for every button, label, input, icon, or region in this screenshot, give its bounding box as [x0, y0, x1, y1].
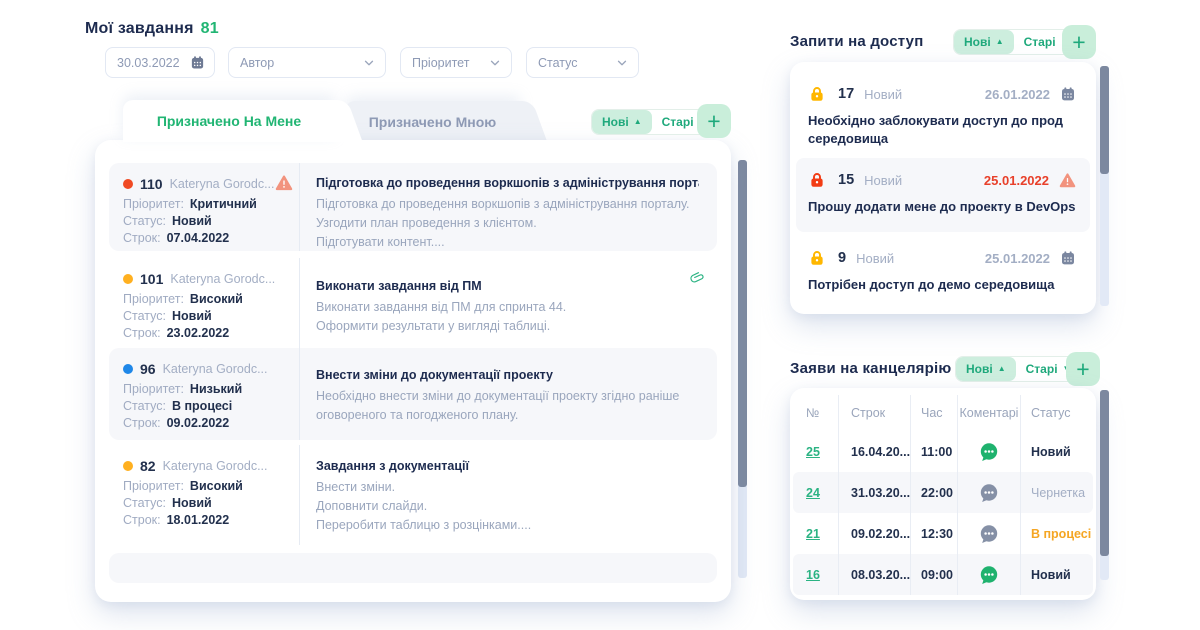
access-requests-panel: 17 Новий 26.01.2022 Необхідно заблокуват…: [790, 62, 1096, 314]
lock-icon: [808, 85, 826, 103]
task-row-82[interactable]: 82 Kateryna Gorodc... Пріоритет:Високий …: [109, 445, 717, 545]
arrow-up-icon: ▲: [996, 38, 1004, 46]
tab-assigned-by-me[interactable]: Призначено Мною: [345, 101, 520, 143]
calendar-icon: [1060, 86, 1076, 102]
task-title: Внести зміни до документації проекту: [316, 368, 699, 382]
my-tasks-title: Мої завдання81: [85, 20, 219, 38]
request-number-link[interactable]: 24: [806, 486, 820, 500]
access-request-17[interactable]: 17 Новий 26.01.2022 Необхідно заблокуват…: [796, 72, 1090, 158]
chevron-down-icon: [615, 56, 629, 70]
add-access-request-button[interactable]: +: [1062, 25, 1096, 59]
status-badge: В процесі: [1021, 513, 1093, 554]
tasks-scrollbar-thumb[interactable]: [738, 160, 747, 487]
author-filter-dropdown[interactable]: Автор: [228, 47, 386, 78]
task-title: Завдання з документації: [316, 459, 699, 473]
priority-dot: [123, 274, 133, 284]
request-number-link[interactable]: 21: [806, 527, 820, 541]
chevron-down-icon: [488, 56, 502, 70]
date-filter[interactable]: 30.03.2022: [105, 47, 215, 78]
warning-icon: [1059, 172, 1076, 189]
stationery-title: Заяви на канцелярію: [790, 360, 951, 377]
task-title: Підготовка до проведення воркшопів з адм…: [316, 176, 699, 190]
stationery-row-24: 24 31.03.20... 22:00 Чернетка: [793, 472, 1093, 513]
chevron-down-icon: [362, 56, 376, 70]
task-title: Виконати завдання від ПМ: [316, 279, 699, 293]
stationery-scrollbar-thumb[interactable]: [1100, 390, 1109, 556]
tasks-panel: 110 Kateryna Gorodc... Пріоритет:Критичн…: [95, 140, 731, 602]
status-filter-dropdown[interactable]: Статус: [526, 47, 639, 78]
sort-new-button[interactable]: Нові▲: [954, 30, 1014, 54]
stationery-table-header: № Строк Час Коментарі Статус: [793, 395, 1093, 431]
sort-new-button[interactable]: Нові▲: [956, 357, 1016, 381]
status-badge: Новий: [1021, 431, 1093, 472]
add-stationery-request-button[interactable]: +: [1066, 352, 1100, 386]
add-task-button[interactable]: +: [697, 104, 731, 138]
access-scrollbar-thumb[interactable]: [1100, 66, 1109, 174]
stationery-sort-pill: Нові▲ Старі▼: [955, 356, 1081, 382]
my-tasks-count: 81: [201, 20, 219, 37]
comments-icon[interactable]: [979, 565, 999, 585]
task-row-partial[interactable]: [109, 553, 717, 583]
access-request-15[interactable]: 15 Новий 25.01.2022 Прошу додати мене до…: [796, 158, 1090, 232]
priority-dot: [123, 461, 133, 471]
warning-icon: [275, 174, 293, 192]
task-row-96[interactable]: 96 Kateryna Gorodc... Пріоритет:Низький …: [109, 348, 717, 440]
lock-icon: [808, 171, 826, 189]
priority-filter-dropdown[interactable]: Пріоритет: [400, 47, 512, 78]
priority-dot: [123, 364, 133, 374]
access-request-9[interactable]: 9 Новий 25.01.2022 Потрібен доступ до де…: [796, 236, 1090, 310]
access-sort-pill: Нові▲ Старі▼: [953, 29, 1079, 55]
arrow-up-icon: ▲: [998, 365, 1006, 373]
priority-dot: [123, 179, 133, 189]
request-number-link[interactable]: 16: [806, 568, 820, 582]
status-badge: Чернетка: [1021, 472, 1093, 513]
stationery-panel: № Строк Час Коментарі Статус 25 16.04.20…: [790, 388, 1096, 600]
arrow-up-icon: ▲: [634, 118, 642, 126]
sort-new-button[interactable]: Нові▲: [592, 110, 652, 134]
stationery-row-21: 21 09.02.20... 12:30 В процесі: [793, 513, 1093, 554]
task-row-101[interactable]: 101 Kateryna Gorodc... Пріоритет:Високий…: [109, 258, 717, 348]
comments-icon[interactable]: [979, 442, 999, 462]
request-number-link[interactable]: 25: [806, 445, 820, 459]
status-badge: Новий: [1021, 554, 1093, 595]
comments-icon[interactable]: [979, 483, 999, 503]
stationery-row-25: 25 16.04.20... 11:00 Новий: [793, 431, 1093, 472]
calendar-icon: [1060, 250, 1076, 266]
task-row-110[interactable]: 110 Kateryna Gorodc... Пріоритет:Критичн…: [109, 163, 717, 251]
calendar-icon: [190, 55, 205, 70]
access-requests-title: Запити на доступ: [790, 33, 923, 50]
tab-assigned-to-me[interactable]: Призначено На Мене: [123, 100, 335, 142]
lock-icon: [808, 249, 826, 267]
stationery-row-16: 16 08.03.20... 09:00 Новий: [793, 554, 1093, 595]
comments-icon[interactable]: [979, 524, 999, 544]
